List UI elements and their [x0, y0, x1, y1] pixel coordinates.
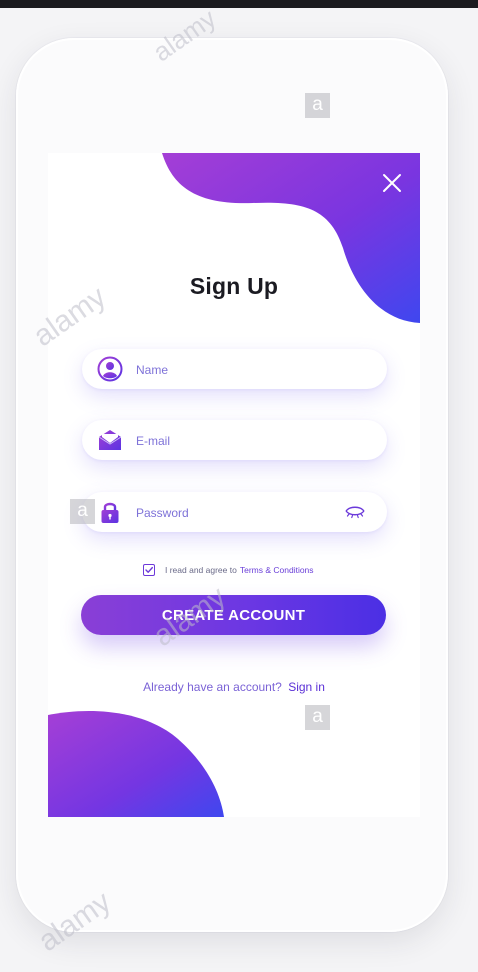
name-field[interactable] [82, 349, 387, 391]
signin-link[interactable]: Sign in [288, 680, 325, 694]
signup-screen: Sign Up Name E-mail I read and agree to … [48, 153, 420, 817]
lock-icon [101, 502, 119, 523]
bottom-gradient-shape [48, 710, 224, 817]
user-icon [97, 356, 123, 382]
mail-icon [98, 430, 122, 450]
create-account-button[interactable]: CREATE ACCOUNT [81, 595, 386, 635]
email-field[interactable] [82, 420, 387, 462]
watermark-logo: a [70, 499, 95, 524]
terms-link[interactable]: Terms & Conditions [240, 565, 314, 575]
top-bar [0, 0, 478, 8]
watermark-logo: a [305, 705, 330, 730]
signin-prompt: Already have an account? [143, 680, 282, 694]
email-input[interactable] [134, 420, 338, 462]
signin-row: Already have an account? Sign in [48, 680, 420, 694]
terms-agreement: I read and agree to Terms & Conditions [143, 563, 314, 577]
watermark-logo: a [305, 93, 330, 118]
terms-text: I read and agree to [165, 565, 237, 575]
terms-checkbox[interactable] [143, 564, 155, 576]
eye-icon[interactable] [344, 502, 366, 522]
password-input[interactable] [134, 492, 338, 534]
close-icon[interactable] [380, 171, 404, 195]
password-field[interactable] [82, 492, 387, 534]
name-input[interactable] [134, 349, 338, 391]
